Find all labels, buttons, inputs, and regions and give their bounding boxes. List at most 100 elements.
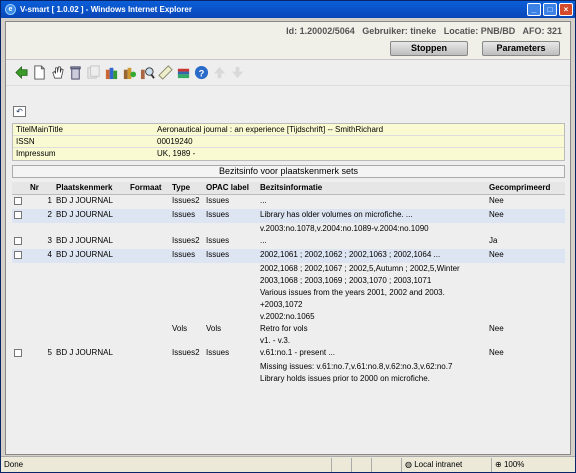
location-info: Locatie: PNB/BD	[443, 26, 516, 36]
table-row: Various issues from the years 2001, 2002…	[12, 287, 565, 299]
cell-gecomprimeerd: Nee	[489, 323, 504, 333]
column-header[interactable]: Gecomprimeerd	[487, 182, 565, 195]
undo-icon[interactable]: ↶	[13, 106, 26, 117]
cell-opac-label	[204, 275, 258, 287]
cell-bezitsinformatie: +2003,1072	[260, 299, 303, 309]
table-row: Missing issues: v.61:no.7,v.61:no.8,v.62…	[12, 361, 565, 373]
cell-type	[170, 299, 204, 311]
cell-opac-label: Issues	[206, 347, 230, 357]
cell-type	[170, 263, 204, 275]
table-row[interactable]: 2 BD J JOURNAL Issues Issues Library has old…	[12, 208, 565, 223]
cell-type	[170, 223, 204, 235]
cell-type: Vols	[172, 323, 188, 333]
table-row: v.2002:no.1065	[12, 311, 565, 323]
stop-button[interactable]: Stoppen	[390, 41, 468, 56]
cell-select	[12, 263, 28, 275]
cell-opac-label	[204, 287, 258, 299]
cell-gecomprimeerd	[487, 361, 565, 373]
cell-select	[12, 373, 28, 385]
cell-formaat	[128, 335, 170, 347]
copy-icon[interactable]	[86, 65, 101, 80]
cell-type: Issues	[170, 248, 204, 263]
trash-icon[interactable]	[68, 65, 83, 80]
cell-opac-label	[204, 263, 258, 275]
row-checkbox[interactable]	[14, 250, 22, 259]
column-header[interactable]: Plaatskenmerk	[54, 182, 128, 195]
parameters-button[interactable]: Parameters	[482, 41, 560, 56]
cell-type	[170, 287, 204, 299]
zoom-control[interactable]: ⊕ 100%	[491, 457, 551, 472]
cell-opac-label: Issues	[204, 208, 258, 223]
table-row[interactable]: 3 BD J JOURNAL Issues2 Issues... Ja	[12, 235, 565, 249]
row-checkbox[interactable]	[14, 348, 22, 357]
title-info-panel: TitelMainTitle Aeronautical journal : an…	[12, 123, 565, 161]
status-empty-3	[371, 457, 401, 472]
table-row[interactable]: 1 BD J JOURNAL Issues2 Issues... Nee	[12, 194, 565, 209]
cell-type: Issues2	[172, 347, 200, 357]
cell-opac-label: Issues	[206, 195, 230, 205]
column-header[interactable]: Formaat	[128, 182, 170, 195]
status-text: Done	[4, 459, 24, 469]
status-empty-1	[331, 457, 351, 472]
cell-formaat	[128, 311, 170, 323]
user-info: Gebruiker: tineke	[362, 26, 437, 36]
cell-type: Issues2	[172, 235, 200, 245]
arrow-down-icon[interactable]	[230, 65, 245, 80]
table-row[interactable]: 5 BD J JOURNAL Issues2 Issues v.61:no.1 - pr…	[12, 347, 565, 361]
row-checkbox[interactable]	[14, 196, 22, 205]
cell-gecomprimeerd	[487, 335, 565, 347]
cell-plaatskenmerk	[54, 275, 128, 287]
maximize-icon[interactable]: □	[543, 3, 557, 16]
record-id: Id: 1.20002/5064	[286, 26, 355, 36]
books-icon[interactable]	[104, 65, 119, 80]
column-header[interactable]: Type	[170, 182, 204, 195]
cell-type	[170, 311, 204, 323]
info-label: Impressum	[16, 149, 56, 158]
cell-opac-label: Vols	[206, 323, 222, 333]
cell-select	[12, 194, 28, 209]
column-header[interactable]: Bezitsinformatie	[258, 182, 487, 195]
cell-select	[12, 361, 28, 373]
books-add-icon[interactable]	[122, 65, 137, 80]
info-row-title: TitelMainTitle Aeronautical journal : an…	[13, 124, 564, 136]
cell-bezitsinformatie: v1. - v.3.	[260, 335, 291, 345]
info-label: ISSN	[16, 137, 35, 146]
books-stack-icon[interactable]	[176, 65, 191, 80]
cell-select	[12, 335, 28, 347]
cell-select	[12, 347, 28, 361]
cell-bezitsinformatie: v.2002:no.1065	[260, 311, 315, 321]
back-arrow-icon[interactable]	[14, 65, 29, 80]
table-row: Vols Vols Retro for vols Nee	[12, 323, 565, 335]
cell-plaatskenmerk	[54, 335, 128, 347]
cell-nr	[28, 223, 54, 235]
minimize-icon[interactable]: _	[527, 3, 541, 16]
cell-plaatskenmerk: BD J JOURNAL	[56, 195, 113, 205]
cell-gecomprimeerd: Ja	[489, 235, 498, 245]
session-info: Id: 1.20002/5064 Gebruiker: tineke Locat…	[286, 26, 562, 36]
table-row[interactable]: 4 BD J JOURNAL Issues Issues 2002,1061 ; 200…	[12, 248, 565, 263]
cell-plaatskenmerk: BD J JOURNAL	[54, 208, 128, 223]
cell-plaatskenmerk	[54, 223, 128, 235]
cell-plaatskenmerk	[54, 311, 128, 323]
column-header[interactable]: OPAC label	[204, 182, 258, 195]
cell-gecomprimeerd: Nee	[489, 347, 504, 357]
ruler-icon[interactable]	[158, 65, 173, 80]
cell-nr	[28, 335, 54, 347]
new-document-icon[interactable]	[32, 65, 47, 80]
help-icon[interactable]: ?	[194, 65, 209, 80]
close-icon[interactable]: ×	[559, 3, 573, 16]
globe-icon: ◍	[405, 459, 412, 469]
cell-nr	[28, 263, 54, 275]
arrow-up-icon[interactable]	[212, 65, 227, 80]
cell-nr: 2	[28, 208, 54, 223]
column-header[interactable]: Nr	[28, 182, 54, 195]
row-checkbox[interactable]	[14, 236, 22, 245]
row-checkbox[interactable]	[14, 210, 22, 219]
cell-select	[12, 299, 28, 311]
hand-select-icon[interactable]	[50, 65, 65, 80]
cell-formaat	[128, 299, 170, 311]
cell-opac-label	[204, 373, 258, 385]
search-books-icon[interactable]	[140, 65, 155, 80]
zoom-icon: ⊕	[495, 459, 502, 469]
cell-plaatskenmerk	[54, 263, 128, 275]
